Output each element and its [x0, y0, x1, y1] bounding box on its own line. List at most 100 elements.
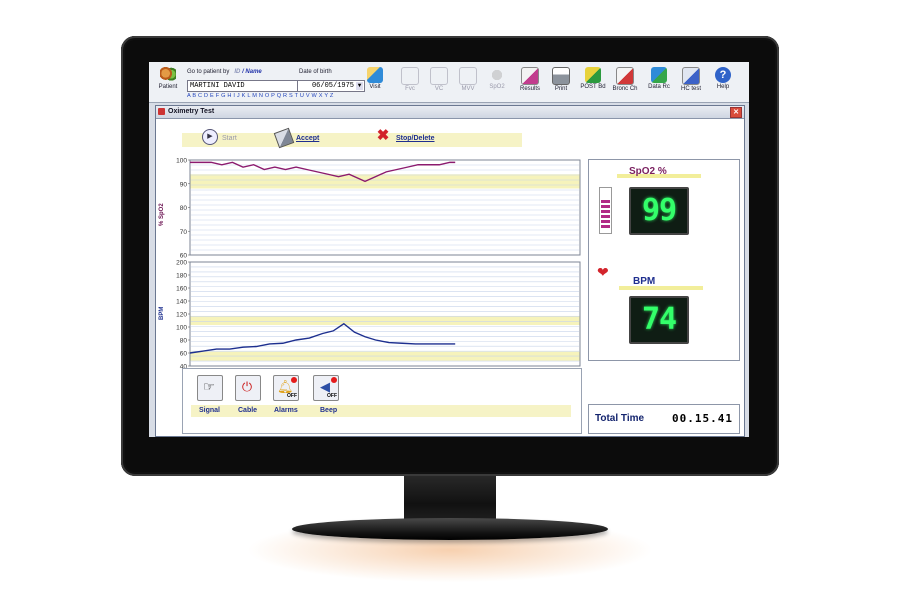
bronch-button[interactable]: Bronc Ch: [609, 65, 641, 100]
patient-icon: [160, 67, 176, 83]
alarms-label: Alarms: [274, 407, 298, 414]
spo2-range-band: [190, 174, 580, 189]
readout-panel: SpO2 % 99 ❤ BPM 74: [588, 159, 740, 361]
postbd-label: POST Bd: [580, 84, 606, 90]
print-label: Print: [554, 86, 568, 92]
fvc-button[interactable]: Fvc: [394, 65, 426, 100]
total-time-label: Total Time: [595, 413, 645, 424]
bpm-range-band: [190, 315, 580, 326]
spo2-tick-label: 100: [176, 158, 187, 165]
printer-icon: [552, 67, 570, 85]
bpm-title: BPM: [633, 276, 656, 287]
spo2-tick-label: 90: [180, 181, 188, 188]
bpm-title-highlight: [619, 286, 703, 290]
datarc-button[interactable]: Data Rc: [643, 65, 675, 100]
results-icon: [521, 67, 539, 85]
alphabet-index[interactable]: A B C D E F G H I J K L M N O P Q R S T …: [187, 93, 334, 99]
off-indicator-icon: [331, 377, 337, 383]
bpm-display: 74: [629, 296, 689, 344]
spo2-label: SpO2: [489, 84, 505, 90]
mvv-label: MVV: [461, 86, 475, 92]
vc-button[interactable]: VC: [423, 65, 455, 100]
bpm-axis-label: BPM: [159, 306, 165, 320]
fvc-curve-icon: [401, 67, 419, 85]
spo2-tick-label: 70: [180, 229, 188, 236]
mvv-wave-icon: [459, 67, 477, 85]
name-link[interactable]: / Name: [242, 69, 262, 75]
spo2-chart: 100 90 80 70 60: [176, 158, 581, 260]
vc-curve-icon: [430, 67, 448, 85]
monitor-base: [292, 518, 608, 540]
off-indicator-icon: [291, 377, 297, 383]
controls-panel: ☞ ⏻ 🔔︎ OFF ◀ OFF Signal Cable Alarms Bee…: [182, 368, 582, 434]
hctest-icon: [682, 67, 700, 85]
main-toolbar: Patient Go to patient by ID / Name Date …: [149, 62, 749, 103]
gauge-segment: [601, 205, 610, 208]
signal-button[interactable]: ☞: [197, 375, 223, 401]
patient-label: Patient: [158, 84, 178, 90]
bpm-tick-label: 140: [176, 299, 187, 306]
beep-label: Beep: [320, 407, 338, 414]
hand-pointer-icon: ☞: [203, 379, 215, 394]
app-screen: Patient Go to patient by ID / Name Date …: [149, 62, 749, 437]
bpm-tick-label: 120: [176, 312, 187, 319]
bronch-icon: [616, 67, 634, 85]
visit-button[interactable]: Visit: [359, 65, 391, 100]
bpm-chart: 200180160140120100806040: [176, 260, 581, 371]
vc-label: VC: [434, 86, 444, 92]
mvv-button[interactable]: MVV: [452, 65, 484, 100]
postbd-icon: [585, 67, 601, 83]
bpm-tick-label: 180: [176, 273, 187, 280]
patient-name-field[interactable]: MARTINI DAVID: [187, 80, 299, 92]
fvc-label: Fvc: [405, 86, 415, 92]
datarc-label: Data Rc: [648, 84, 670, 90]
spo2-bar-gauge: [599, 187, 612, 234]
cable-button[interactable]: ⏻: [235, 375, 261, 401]
postbd-button[interactable]: POST Bd: [577, 65, 609, 100]
gauge-segment: [601, 200, 610, 203]
bronch-label: Bronc Ch: [612, 86, 638, 92]
plug-icon: ⏻: [241, 379, 253, 394]
spo2-button[interactable]: SpO2: [481, 65, 513, 100]
gauge-segment: [601, 220, 610, 223]
alarms-button[interactable]: 🔔︎ OFF: [273, 375, 299, 401]
visit-label: Visit: [369, 84, 381, 90]
total-time-value: 00.15.41: [672, 412, 733, 425]
help-icon: ?: [715, 67, 731, 83]
heart-icon: ❤: [597, 264, 609, 280]
bpm-tick-label: 80: [180, 338, 188, 345]
bpm-plot-frame: [189, 261, 581, 367]
goto-label: Go to patient by ID / Name: [187, 69, 262, 75]
beep-off-text: OFF: [327, 393, 337, 399]
total-time-panel: Total Time 00.15.41: [588, 404, 740, 434]
id-link[interactable]: ID: [234, 69, 240, 75]
dob-value: 06/05/1975: [311, 82, 354, 90]
bpm-tick-label: 100: [176, 325, 187, 332]
data-receive-icon: [651, 67, 667, 83]
help-label: Help: [716, 84, 730, 90]
signal-label: Signal: [199, 407, 221, 414]
monitor-neck: [404, 474, 496, 524]
alarms-off-text: OFF: [287, 393, 297, 399]
results-button[interactable]: Results: [514, 65, 546, 100]
gauge-segment: [601, 215, 610, 218]
spo2-title: SpO2 %: [629, 166, 667, 177]
hctest-button[interactable]: HC test: [675, 65, 707, 100]
dob-label: Date of birth: [299, 69, 332, 75]
oximetry-window: Oximetry Test ✕ ▶ Start Accept ✖ Stop/De…: [155, 105, 745, 437]
bpm-tick-label: 200: [176, 260, 187, 267]
print-button[interactable]: Print: [545, 65, 577, 100]
heart-icon: [489, 67, 505, 83]
gauge-segment: [601, 210, 610, 213]
gauge-segment: [601, 225, 610, 228]
hctest-label: HC test: [680, 86, 701, 92]
spo2-tick-label: 80: [180, 205, 188, 212]
beep-button[interactable]: ◀ OFF: [313, 375, 339, 401]
help-button[interactable]: ? Help: [707, 65, 739, 100]
patient-button[interactable]: Patient: [152, 65, 184, 100]
results-label: Results: [519, 86, 540, 92]
dob-select[interactable]: 06/05/1975 ▼: [297, 80, 365, 92]
goto-text: Go to patient by: [187, 69, 230, 75]
cable-label: Cable: [238, 407, 258, 414]
visit-icon: [367, 67, 383, 83]
